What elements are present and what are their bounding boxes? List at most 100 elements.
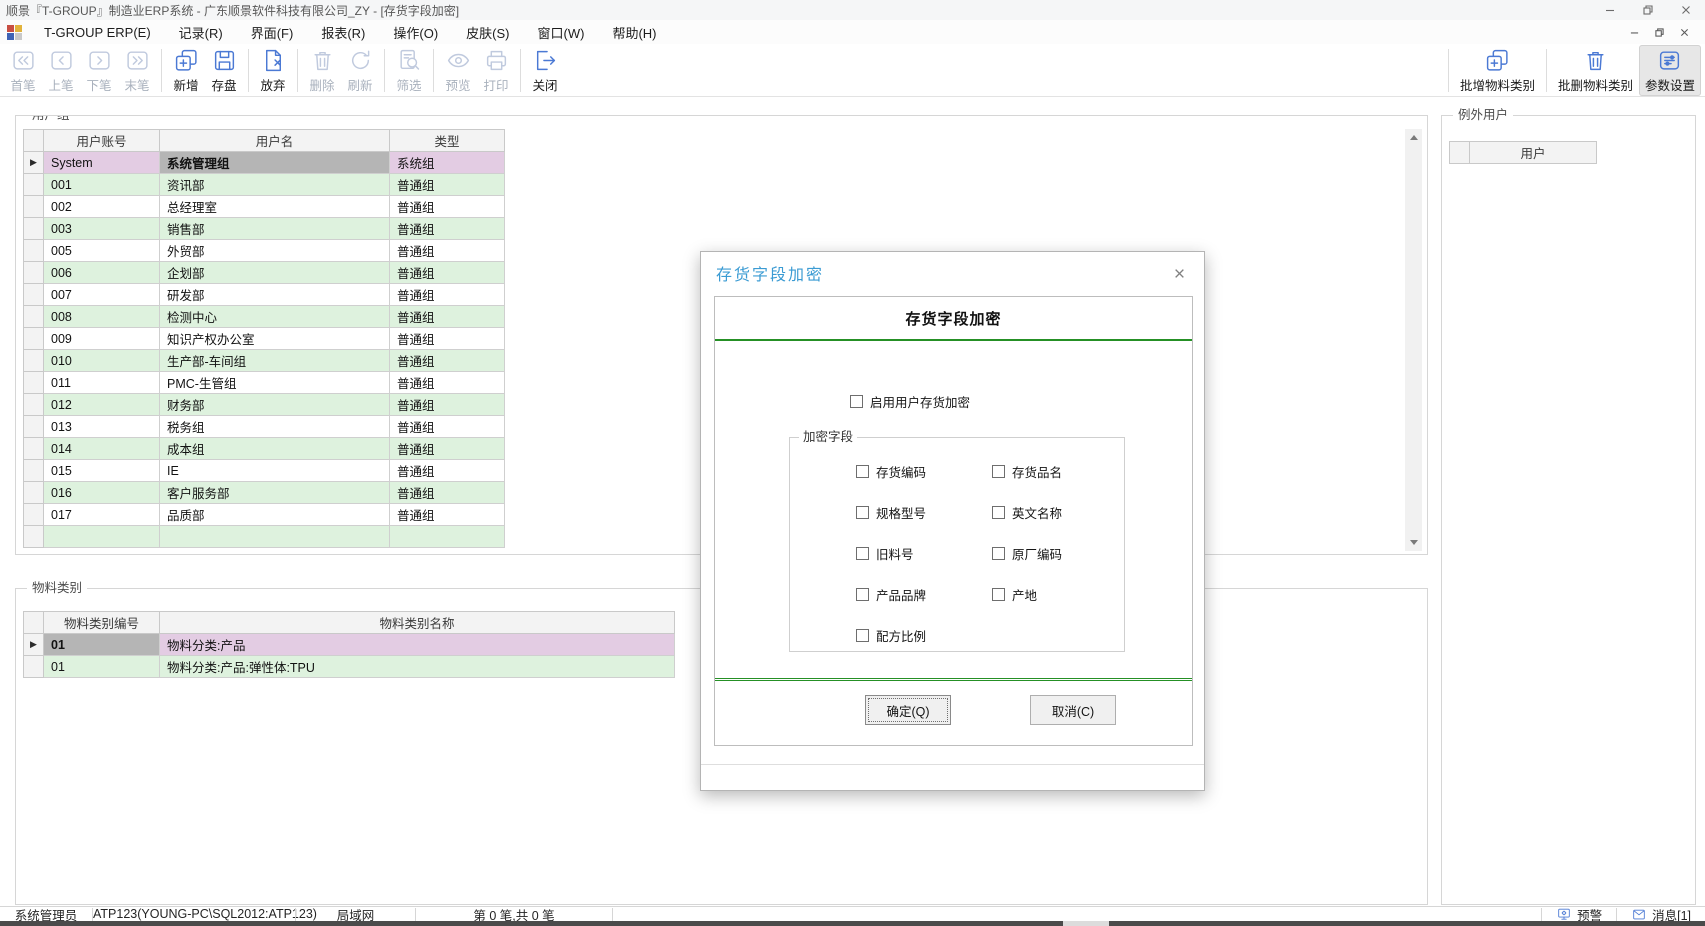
table-row[interactable]: 014成本组普通组 [24,438,505,460]
scroll-down-button[interactable] [1405,534,1422,551]
table-cell[interactable]: 普通组 [390,460,505,482]
table-cell[interactable]: 007 [44,284,160,306]
toolbar-add-button[interactable]: 新增 [167,45,205,96]
table-cell[interactable]: 005 [44,240,160,262]
checkbox-icon[interactable] [856,588,869,601]
table-row[interactable]: 005外贸部普通组 [24,240,505,262]
field-checkbox-english-name[interactable]: 英文名称 [992,503,1128,522]
column-header-account[interactable]: 用户账号 [44,130,160,152]
toolbar-filter-button[interactable]: 筛选 [390,45,428,96]
table-cell[interactable]: 普通组 [390,394,505,416]
table-row[interactable]: 002总经理室普通组 [24,196,505,218]
table-cell[interactable]: 检测中心 [160,306,390,328]
table-row[interactable]: 011PMC-生管组普通组 [24,372,505,394]
toolbar-refresh-button[interactable]: 刷新 [341,45,379,96]
toolbar-save-button[interactable]: 存盘 [205,45,243,96]
table-row[interactable]: 010生产部-车间组普通组 [24,350,505,372]
table-cell[interactable]: 011 [44,372,160,394]
toolbar-first-record-button[interactable]: 首笔 [4,45,42,96]
toolbar-batch-add-category-button[interactable]: 批增物料类别 [1454,45,1541,96]
table-cell[interactable]: 010 [44,350,160,372]
table-row[interactable]: 008检测中心普通组 [24,306,505,328]
table-cell[interactable]: 01 [44,634,160,656]
table-cell[interactable]: 普通组 [390,284,505,306]
table-cell[interactable]: 016 [44,482,160,504]
table-row[interactable]: 009知识产权办公室普通组 [24,328,505,350]
checkbox-icon[interactable] [992,465,1005,478]
checkbox-icon[interactable] [856,629,869,642]
table-cell[interactable]: 009 [44,328,160,350]
checkbox-icon[interactable] [856,465,869,478]
table-row[interactable]: 016客户服务部普通组 [24,482,505,504]
toolbar-delete-button[interactable]: 删除 [303,45,341,96]
column-header-type[interactable]: 类型 [390,130,505,152]
field-checkbox-formula-ratio[interactable]: 配方比例 [856,626,992,645]
table-cell[interactable]: 税务组 [160,416,390,438]
menu-item-report[interactable]: 报表(R) [307,20,379,44]
table-row[interactable]: 007研发部普通组 [24,284,505,306]
table-cell[interactable]: 外贸部 [160,240,390,262]
table-row[interactable]: 003销售部普通组 [24,218,505,240]
field-checkbox-product-brand[interactable]: 产品品牌 [856,585,992,604]
table-cell[interactable]: 客户服务部 [160,482,390,504]
toolbar-last-record-button[interactable]: 末笔 [118,45,156,96]
table-cell[interactable]: 普通组 [390,482,505,504]
menu-item-skin[interactable]: 皮肤(S) [452,20,523,44]
table-row[interactable]: 012财务部普通组 [24,394,505,416]
table-cell[interactable]: 015 [44,460,160,482]
mdi-minimize-button[interactable] [1630,28,1639,37]
field-checkbox-inventory-code[interactable]: 存货编码 [856,462,992,481]
column-header-category-name[interactable]: 物料类别名称 [160,612,675,634]
mdi-restore-button[interactable] [1655,28,1664,37]
table-cell[interactable]: 销售部 [160,218,390,240]
table-row[interactable]: 006企划部普通组 [24,262,505,284]
menu-item-tgroup-erp[interactable]: T-GROUP ERP(E) [30,20,165,44]
field-checkbox-old-part-no[interactable]: 旧料号 [856,544,992,563]
toolbar-prev-record-button[interactable]: 上笔 [42,45,80,96]
cancel-button[interactable]: 取消(C) [1030,695,1116,725]
checkbox-icon[interactable] [992,506,1005,519]
window-close-button[interactable] [1667,0,1705,20]
table-cell[interactable]: 普通组 [390,438,505,460]
table-cell[interactable]: 012 [44,394,160,416]
table-cell[interactable]: 生产部-车间组 [160,350,390,372]
checkbox-icon[interactable] [992,547,1005,560]
toolbar-close-button[interactable]: 关闭 [526,45,564,96]
scroll-up-button[interactable] [1405,129,1422,146]
table-cell[interactable] [390,526,505,548]
table-cell[interactable]: 006 [44,262,160,284]
table-cell[interactable]: 品质部 [160,504,390,526]
toolbar-batch-delete-category-button[interactable]: 批删物料类别 [1552,45,1639,96]
table-cell[interactable] [44,526,160,548]
table-cell[interactable]: 013 [44,416,160,438]
mdi-close-button[interactable] [1680,28,1689,37]
column-header-username[interactable]: 用户名 [160,130,390,152]
toolbar-settings-button[interactable]: 参数设置 [1639,45,1701,96]
table-cell[interactable]: 物料分类:产品:弹性体:TPU [160,656,675,678]
table-row[interactable]: 01物料分类:产品:弹性体:TPU [24,656,675,678]
table-cell[interactable]: 017 [44,504,160,526]
table-cell[interactable]: 普通组 [390,262,505,284]
table-cell[interactable]: 普通组 [390,306,505,328]
table-cell[interactable] [160,526,390,548]
table-cell[interactable]: IE [160,460,390,482]
dialog-close-button[interactable] [1169,263,1189,283]
table-cell[interactable]: System [44,152,160,174]
table-row[interactable]: ▶01物料分类:产品 [24,634,675,656]
field-checkbox-origin[interactable]: 产地 [992,585,1128,604]
table-row[interactable]: ▶System系统管理组系统组 [24,152,505,174]
column-header-category-code[interactable]: 物料类别编号 [44,612,160,634]
field-checkbox-oem-code[interactable]: 原厂编码 [992,544,1128,563]
toolbar-print-button[interactable]: 打印 [477,45,515,96]
table-cell[interactable]: 普通组 [390,372,505,394]
checkbox-icon[interactable] [856,547,869,560]
table-cell[interactable]: 系统组 [390,152,505,174]
table-row[interactable]: 001资讯部普通组 [24,174,505,196]
table-row[interactable]: 013税务组普通组 [24,416,505,438]
table-cell[interactable]: 企划部 [160,262,390,284]
table-cell[interactable]: 014 [44,438,160,460]
ok-button[interactable]: 确定(Q) [865,695,951,725]
table-cell[interactable]: 普通组 [390,218,505,240]
table-cell[interactable]: 资讯部 [160,174,390,196]
toolbar-discard-button[interactable]: 放弃 [254,45,292,96]
